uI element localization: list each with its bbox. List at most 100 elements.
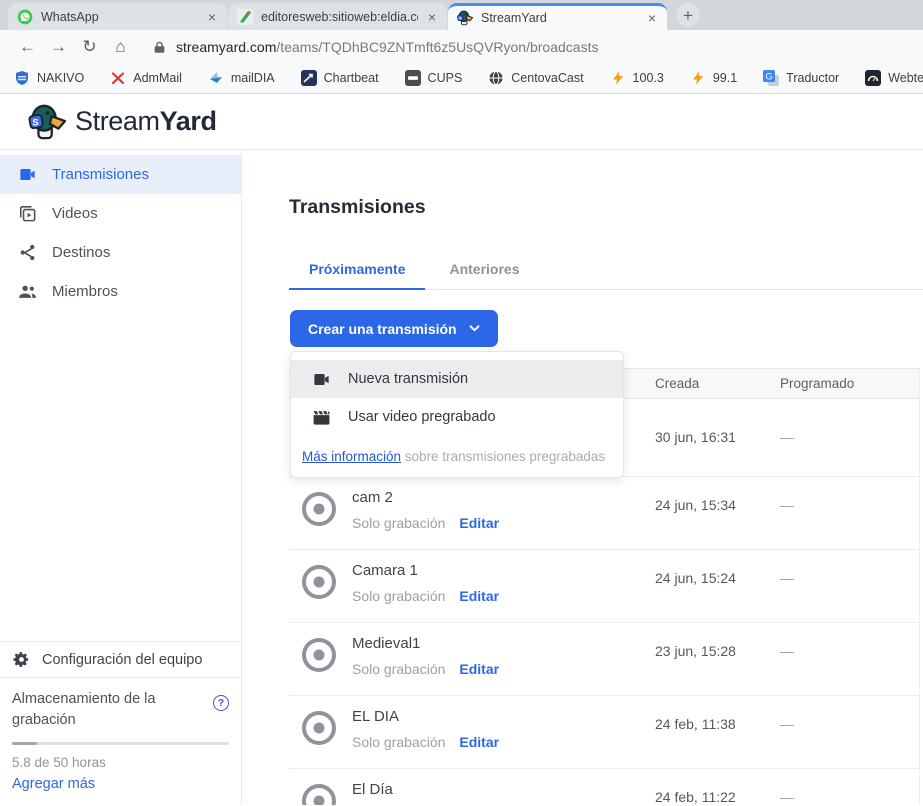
dropdown-item[interactable]: Usar video pregrabado — [291, 398, 623, 436]
bookmark-item[interactable]: 99.1 — [690, 70, 737, 86]
new-tab-button[interactable]: + — [676, 3, 700, 27]
home-icon[interactable]: ⌂ — [105, 37, 136, 57]
tab-anteriores[interactable]: Anteriores — [429, 250, 539, 290]
sidebar-item-label: Miembros — [52, 283, 118, 300]
bookmark-label: AdmMail — [133, 71, 182, 85]
tab-proximamente[interactable]: Próximamente — [289, 250, 425, 290]
record-icon — [302, 638, 336, 672]
table-row[interactable]: Medieval1 Solo grabación Editar 23 jun, … — [289, 623, 919, 696]
dropdown-item[interactable]: Nueva transmisión — [291, 360, 623, 398]
broadcast-cell: Medieval1 Solo grabación Editar — [352, 623, 655, 677]
gear-icon — [13, 651, 30, 668]
sidebar-item-label: Videos — [52, 205, 98, 222]
close-icon[interactable]: × — [206, 9, 218, 25]
team-settings-button[interactable]: Configuración del equipo — [0, 641, 241, 677]
whatsapp-icon — [17, 9, 33, 25]
column-header-creada: Creada — [655, 376, 780, 391]
dropdown-info: Más información sobre transmisiones preg… — [291, 436, 623, 477]
dropdown-item-label: Usar video pregrabado — [348, 409, 496, 425]
create-broadcast-button[interactable]: Crear una transmisión — [290, 310, 498, 347]
browser-tab[interactable]: editoresweb:sitioweb:eldia.co × — [228, 3, 447, 30]
brand-regular: Stream — [75, 106, 160, 136]
svg-text:G: G — [766, 72, 773, 82]
forward-icon[interactable]: → — [43, 37, 74, 57]
bookmark-label: 100.3 — [633, 71, 664, 85]
table-row[interactable]: cam 2 Solo grabación Editar 24 jun, 15:3… — [289, 477, 919, 550]
broadcast-cell: cam 2 Solo grabación Editar — [352, 477, 655, 531]
address-bar[interactable]: streamyard.com/teams/TQDhBC9ZNTmft6z5UsQ… — [176, 39, 598, 55]
gauge-icon — [865, 70, 881, 86]
sidebar-item-videos[interactable]: Videos — [0, 194, 241, 233]
more-info-link[interactable]: Más información — [302, 449, 401, 464]
team-settings-label: Configuración del equipo — [42, 652, 202, 668]
browser-tab[interactable]: WhatsApp × — [8, 3, 227, 30]
add-more-link[interactable]: Agregar más — [12, 776, 95, 792]
help-icon[interactable]: ? — [213, 695, 229, 711]
broadcast-type: Solo grabación — [352, 661, 445, 677]
broadcast-title: cam 2 — [352, 489, 655, 506]
created-cell: 24 feb, 11:22 — [655, 789, 780, 805]
app-body: Transmisiones Videos Destinos Miembros C… — [0, 150, 923, 805]
streamyard-logo-icon: S — [28, 103, 66, 141]
close-icon[interactable]: × — [426, 9, 438, 25]
page-title: Transmisiones — [289, 196, 426, 219]
created-cell: 24 jun, 15:24 — [655, 570, 780, 586]
record-icon — [302, 565, 336, 599]
edit-link[interactable]: Editar — [459, 734, 499, 750]
edit-link[interactable]: Editar — [459, 588, 499, 604]
scheduled-cell: — — [780, 789, 794, 805]
more-info-rest: sobre transmisiones pregrabadas — [401, 449, 605, 464]
lock-icon[interactable] — [153, 40, 166, 54]
content-tabs: Próximamente Anteriores — [289, 250, 923, 290]
bookmark-label: Webtest — [888, 71, 923, 85]
url-domain: streamyard.com — [176, 39, 276, 55]
dropdown-item-label: Nueva transmisión — [348, 371, 468, 387]
bookmark-item[interactable]: AdmMail — [110, 70, 182, 86]
close-icon[interactable]: × — [646, 10, 658, 26]
clapperboard-icon — [312, 408, 331, 427]
url-path: /teams/TQDhBC9ZNTmft6z5UsQVRyon/broadcas… — [276, 39, 598, 55]
broadcast-cell: EL DIA Solo grabación Editar — [352, 696, 655, 750]
table-row[interactable]: El Día Solo grabación Editar 24 feb, 11:… — [289, 769, 919, 805]
video-camera-icon — [18, 165, 37, 184]
storage-usage-text: 5.8 de 50 horas — [12, 755, 229, 770]
created-cell: 23 jun, 15:28 — [655, 643, 780, 659]
storage-panel: Almacenamiento de la grabación ? 5.8 de … — [0, 677, 241, 805]
bookmark-label: Chartbeat — [324, 71, 379, 85]
bookmark-item[interactable]: G Traductor — [763, 70, 839, 86]
webpage-icon — [237, 9, 253, 25]
broadcast-title: EL DIA — [352, 708, 655, 725]
brand-name: StreamYard — [75, 106, 217, 137]
broadcast-title: El Día — [352, 781, 655, 798]
chevron-down-icon — [469, 325, 480, 332]
bookmark-item[interactable]: Chartbeat — [301, 70, 379, 86]
sidebar-item-destinos[interactable]: Destinos — [0, 233, 241, 272]
translate-icon: G — [763, 70, 779, 86]
bookmark-item[interactable]: CUPS — [405, 70, 463, 86]
bookmarks-bar: NAKIVO AdmMail mailDIA Chartbeat CUPS Ce… — [0, 63, 923, 94]
browser-tab-strip: WhatsApp × editoresweb:sitioweb:eldia.co… — [0, 0, 923, 30]
bookmark-item[interactable]: CentovaCast — [488, 70, 583, 86]
cups-icon — [405, 70, 421, 86]
sidebar-item-label: Transmisiones — [52, 166, 149, 183]
globe-icon — [488, 70, 504, 86]
bookmark-item[interactable]: 100.3 — [610, 70, 664, 86]
sidebar-item-miembros[interactable]: Miembros — [0, 272, 241, 311]
chartbeat-icon — [301, 70, 317, 86]
broadcast-type: Solo grabación — [352, 588, 445, 604]
browser-tab[interactable]: S StreamYard × — [448, 3, 667, 30]
mail-x-icon — [110, 70, 126, 86]
table-row[interactable]: EL DIA Solo grabación Editar 24 feb, 11:… — [289, 696, 919, 769]
reload-icon[interactable]: ↻ — [74, 37, 105, 57]
back-icon[interactable]: ← — [12, 37, 43, 57]
sidebar-item-transmisiones[interactable]: Transmisiones — [0, 155, 241, 194]
bookmark-label: CentovaCast — [511, 71, 583, 85]
bookmark-item[interactable]: Webtest — [865, 70, 923, 86]
bookmark-label: mailDIA — [231, 71, 275, 85]
bookmark-item[interactable]: NAKIVO — [14, 70, 84, 86]
storage-progress-fill — [12, 742, 37, 745]
bookmark-item[interactable]: mailDIA — [208, 70, 275, 86]
edit-link[interactable]: Editar — [459, 661, 499, 677]
table-row[interactable]: Camara 1 Solo grabación Editar 24 jun, 1… — [289, 550, 919, 623]
edit-link[interactable]: Editar — [459, 515, 499, 531]
